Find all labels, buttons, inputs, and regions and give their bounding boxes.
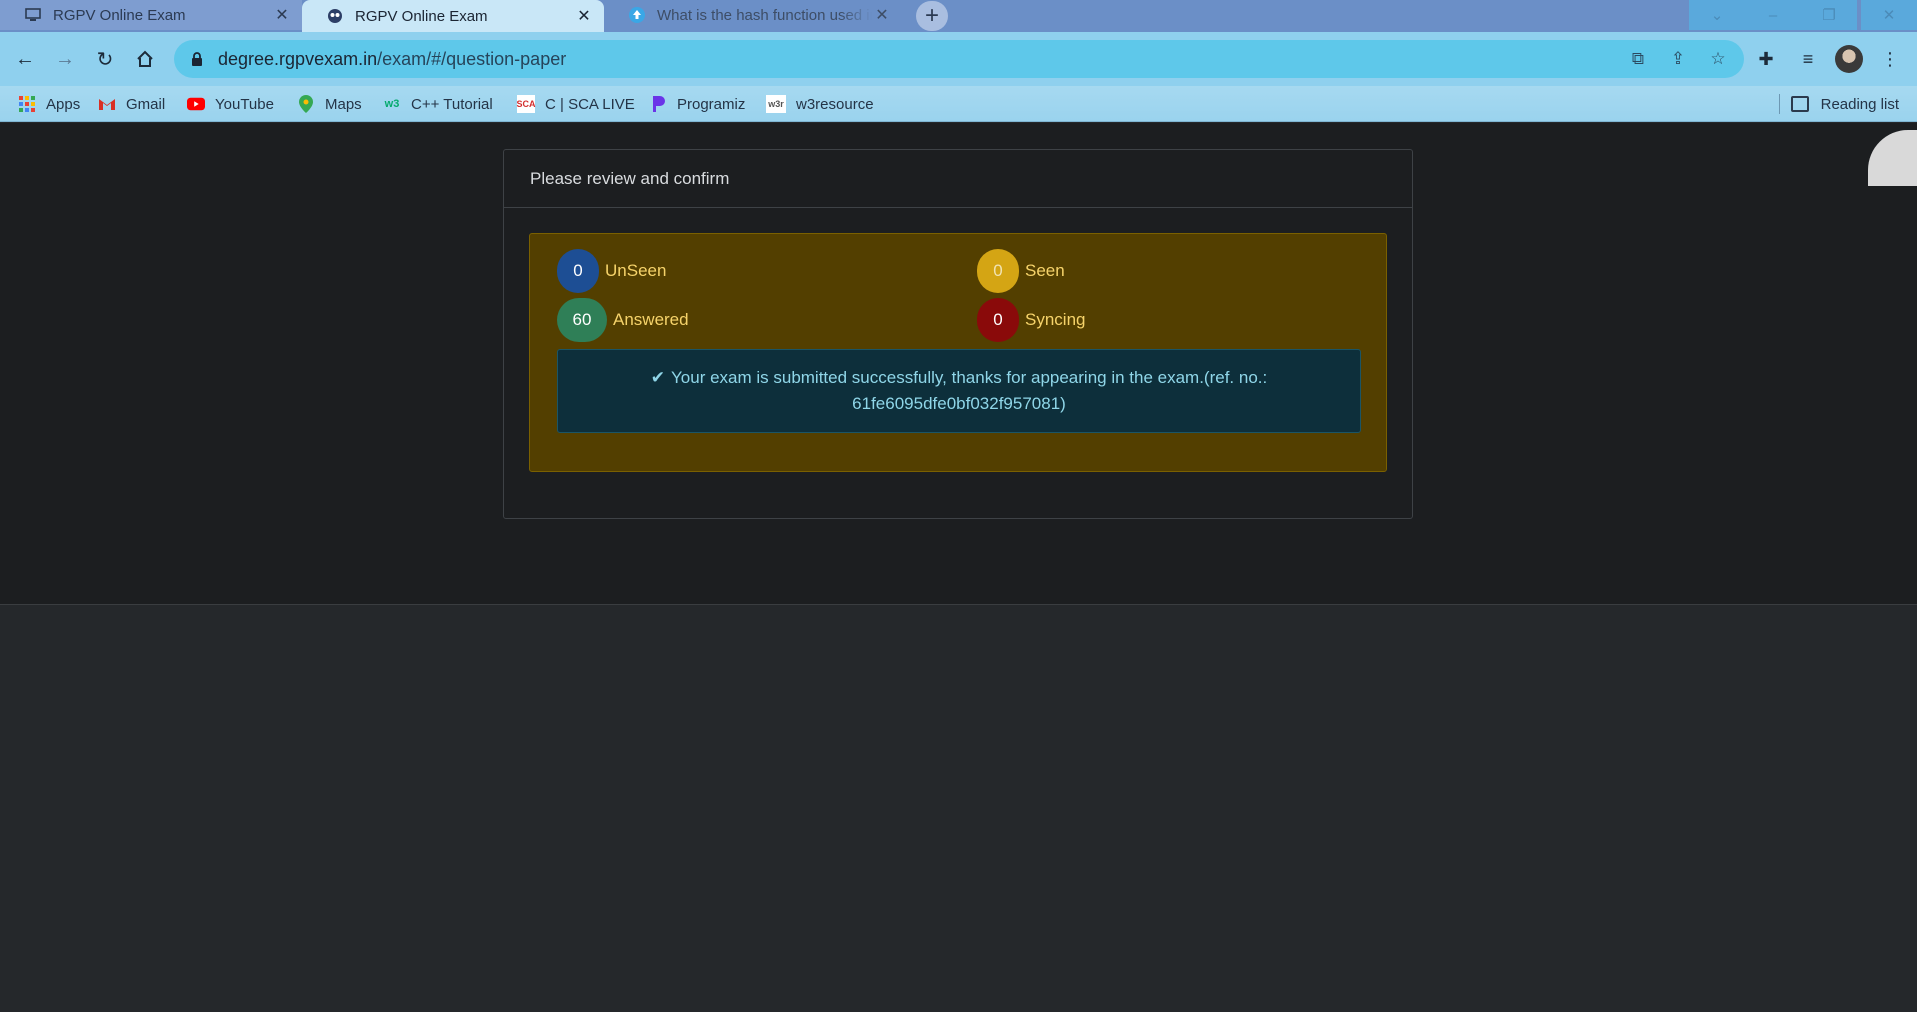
seen-count-badge: 0 xyxy=(977,249,1019,293)
gmail-icon xyxy=(98,95,116,113)
avatar[interactable] xyxy=(1835,45,1863,73)
programiz-icon xyxy=(649,95,667,113)
tab-strip: RGPV Online Exam ✕ RGPV Online Exam ✕ Wh… xyxy=(0,0,1917,36)
close-icon[interactable]: ✕ xyxy=(574,6,594,26)
share-icon[interactable]: ⇪ xyxy=(1666,47,1690,71)
bookmark-label: C++ Tutorial xyxy=(411,95,493,113)
unseen-label: UnSeen xyxy=(605,261,667,280)
alert-text-wrap: ✔ Your exam is submitted successfully, th… xyxy=(598,365,1320,417)
answered-label: Answered xyxy=(613,310,689,329)
tab-hash-function[interactable]: What is the hash function used in ✕ xyxy=(604,0,902,30)
bookmark-label: C | SCA LIVE xyxy=(545,95,635,113)
youtube-icon xyxy=(187,95,205,113)
forward-button[interactable]: → xyxy=(50,44,80,74)
close-icon[interactable]: ✕ xyxy=(872,5,892,25)
tab-rgpv-exam-1[interactable]: RGPV Online Exam ✕ xyxy=(0,0,302,30)
media-queue-icon[interactable]: ≡ xyxy=(1793,44,1823,74)
tab-title: What is the hash function used in xyxy=(657,6,872,24)
status-panel: 0 UnSeen 0 Seen 60 Answered 0 Syncing ✔ Y… xyxy=(529,233,1387,472)
bookmark-youtube[interactable]: YouTube xyxy=(187,86,274,122)
seen-label: Seen xyxy=(1025,261,1065,280)
reading-list-button[interactable]: Reading list xyxy=(1790,86,1899,122)
bookmark-label: Apps xyxy=(46,95,81,113)
syncing-count-badge: 0 xyxy=(977,298,1019,342)
stat-unseen: 0 UnSeen xyxy=(557,249,666,293)
bookmark-cpp-tutorial[interactable]: w3 C++ Tutorial xyxy=(383,86,493,122)
arrow-left-icon: ← xyxy=(15,47,35,70)
maps-icon xyxy=(297,95,315,113)
url-host: degree.rgpvexam.in xyxy=(218,48,378,69)
sca-icon: SCA xyxy=(517,95,536,113)
url-path: /exam/#/question-paper xyxy=(377,48,567,69)
home-icon xyxy=(137,50,153,67)
bookmark-label: YouTube xyxy=(215,95,274,113)
bookmark-sca-live[interactable]: SCA C | SCA LIVE xyxy=(517,86,635,122)
extensions-puzzle-icon[interactable]: ✚ xyxy=(1751,44,1781,74)
w3schools-icon: w3 xyxy=(384,98,400,110)
new-tab-button[interactable]: + xyxy=(916,1,948,31)
bookmark-label: Programiz xyxy=(677,95,746,113)
stat-seen: 0 Seen xyxy=(977,249,1065,293)
bookmark-label: Gmail xyxy=(126,95,166,113)
answered-count-badge: 60 xyxy=(557,298,607,342)
lock-icon xyxy=(190,51,204,67)
apps-grid-icon xyxy=(18,95,36,113)
w3resource-icon: w3r xyxy=(766,95,786,113)
checkmark-icon: ✔ xyxy=(650,368,665,387)
bookmark-gmail[interactable]: Gmail xyxy=(98,86,165,122)
bookmark-label: Maps xyxy=(325,95,362,113)
bookmark-label: w3resource xyxy=(796,95,874,113)
tab-title: RGPV Online Exam xyxy=(355,7,488,25)
translate-icon[interactable]: ⧉ xyxy=(1626,47,1650,71)
upload-arrow-icon xyxy=(628,6,646,24)
reload-button[interactable]: ↻ xyxy=(90,44,120,74)
page-lower-area xyxy=(0,606,1917,1012)
card-header: Please review and confirm xyxy=(504,150,1412,208)
bookmark-star-icon[interactable]: ☆ xyxy=(1706,47,1730,71)
close-window-button[interactable]: ✕ xyxy=(1861,0,1917,30)
tab-rgpv-exam-2[interactable]: RGPV Online Exam ✕ xyxy=(302,0,604,32)
submission-success-alert: ✔ Your exam is submitted successfully, th… xyxy=(557,349,1361,433)
restore-button[interactable]: ❐ xyxy=(1801,0,1857,30)
tab-title: RGPV Online Exam xyxy=(53,6,186,24)
minimize-button[interactable]: – xyxy=(1745,0,1801,30)
unseen-count-badge: 0 xyxy=(557,249,599,293)
bookmark-apps[interactable]: Apps xyxy=(18,86,80,122)
arrow-right-icon: → xyxy=(55,47,75,70)
bookmark-programiz[interactable]: Programiz xyxy=(649,86,745,122)
address-bar[interactable]: degree.rgpvexam.in/exam/#/question-paper… xyxy=(174,40,1744,78)
home-button[interactable] xyxy=(130,44,160,74)
bookmarks-divider xyxy=(1779,94,1780,114)
stat-syncing: 0 Syncing xyxy=(977,298,1085,342)
bookmarks-bar: Apps Gmail YouTube Maps w3 C++ Tutorial … xyxy=(0,86,1917,122)
owl-icon xyxy=(326,7,344,25)
bookmark-maps[interactable]: Maps xyxy=(297,86,362,122)
bookmark-w3resource[interactable]: w3r w3resource xyxy=(766,86,874,122)
monitor-icon xyxy=(24,6,42,24)
review-card: Please review and confirm 0 UnSeen 0 See… xyxy=(503,149,1413,519)
reload-icon: ↻ xyxy=(96,48,114,71)
reading-list-label: Reading list xyxy=(1820,95,1899,113)
tab-search-button[interactable]: ⌄ xyxy=(1689,0,1745,30)
kebab-menu-icon[interactable]: ⋮ xyxy=(1875,44,1905,74)
stat-answered: 60 Answered xyxy=(557,298,689,342)
back-button[interactable]: ← xyxy=(10,44,40,74)
browser-toolbar: ← → ↻ degree.rgpvexam.in/exam/#/question… xyxy=(0,32,1917,86)
syncing-label: Syncing xyxy=(1025,310,1086,329)
alert-message: Your exam is submitted successfully, tha… xyxy=(671,368,1268,413)
url-text: degree.rgpvexam.in/exam/#/question-paper xyxy=(218,49,566,70)
reading-list-icon xyxy=(1790,96,1809,112)
close-icon[interactable]: ✕ xyxy=(272,5,292,25)
